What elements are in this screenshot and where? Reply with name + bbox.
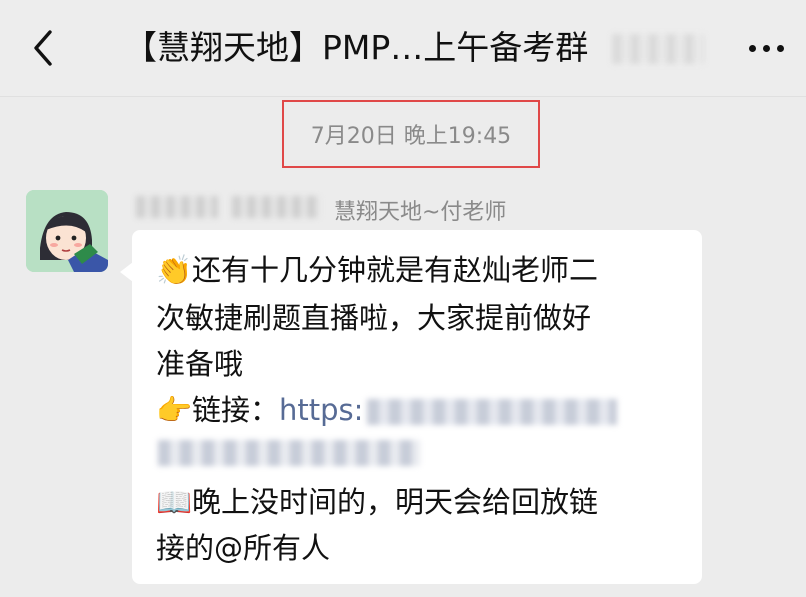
open-book-icon: 📖 [156, 485, 193, 519]
message-link-line: 👉链接：https: [156, 386, 686, 434]
clapping-hands-icon: 👏 [156, 253, 193, 287]
more-dots-icon [748, 44, 756, 52]
message-line: 📖晚上没时间的，明天会给回放链 [156, 478, 686, 526]
chat-header: 【慧翔天地】PMP…上午备考群 [0, 0, 806, 97]
message-link[interactable]: https: [279, 393, 363, 427]
back-button[interactable] [26, 28, 60, 68]
redacted-sender-part [232, 196, 320, 218]
more-button[interactable] [744, 38, 788, 58]
redacted-title-suffix [612, 34, 704, 64]
message-line: 次敏捷刷题直播啦，大家提前做好 [156, 301, 592, 335]
pointing-finger-icon: 👉 [156, 393, 193, 427]
timestamp-highlight: 7月20日 晚上19:45 [282, 100, 540, 168]
avatar[interactable] [26, 190, 108, 272]
message-line: 👏还有十几分钟就是有赵灿老师二 [156, 246, 686, 294]
redacted-sender-part [136, 196, 218, 218]
sender-name: 慧翔天地~付老师 [334, 200, 507, 225]
chat-title: 【慧翔天地】PMP…上午备考群 [124, 28, 589, 67]
avatar-cartoon-icon [26, 190, 108, 272]
redacted-link-continued[interactable] [158, 440, 420, 466]
redacted-link[interactable] [367, 399, 618, 425]
chevron-left-icon [34, 30, 52, 66]
message-line: 接的@所有人 [156, 531, 331, 565]
message-line: 准备哦 [156, 347, 244, 381]
message-timestamp: 7月20日 晚上19:45 [310, 124, 512, 149]
